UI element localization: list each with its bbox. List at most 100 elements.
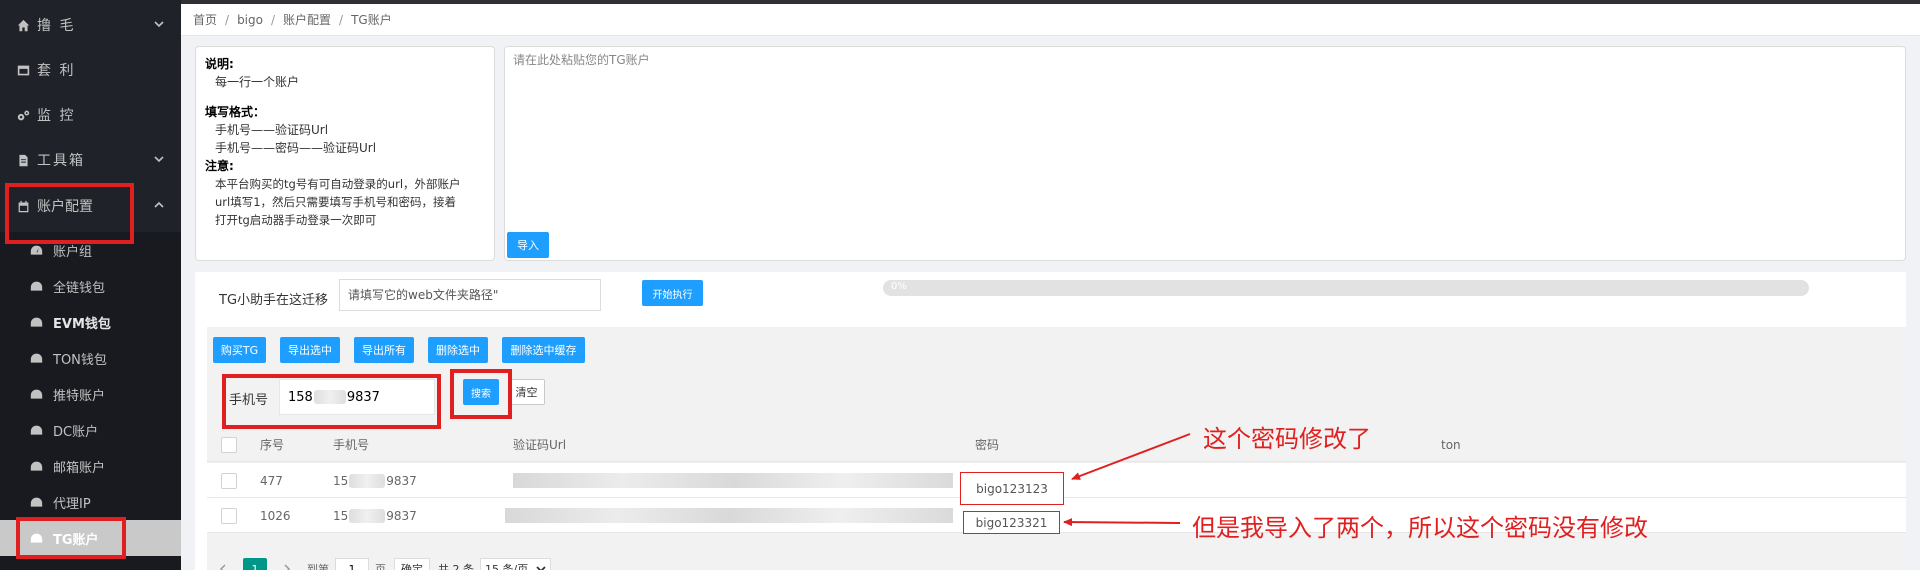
chevron-down-icon <box>153 18 165 30</box>
note-title: 注意: <box>205 159 234 173</box>
redacted-url <box>505 508 953 523</box>
sidebar-item-label: TG账户 <box>53 532 99 548</box>
delete-selected-button[interactable]: 删除选中 <box>428 337 488 363</box>
goto-label: 到第 <box>307 563 329 570</box>
file-icon <box>16 153 30 167</box>
row-checkbox[interactable] <box>221 472 237 489</box>
password-cell-row-1: bigo123123 <box>960 472 1064 505</box>
search-button[interactable]: 搜索 <box>463 379 499 405</box>
format-title: 填写格式： <box>205 105 266 119</box>
row-index: 1026 <box>260 508 291 523</box>
goto-page-input[interactable] <box>335 558 369 570</box>
goto-confirm-button[interactable]: 确定 <box>394 558 430 570</box>
import-panel: 导入 <box>504 46 1906 261</box>
sidebar-item-twitter-account[interactable]: 推特账户 <box>0 376 181 412</box>
password-cell-row-2: bigo123321 <box>963 511 1060 534</box>
column-header-password: 密码 <box>975 438 1000 452</box>
buy-tg-button[interactable]: 购买TG <box>213 337 266 363</box>
breadcrumb-separator: / <box>225 12 230 27</box>
dashboard-icon <box>30 532 43 545</box>
sidebar-item-label: 账户组 <box>53 244 93 260</box>
breadcrumb-home[interactable]: 首页 <box>193 11 217 28</box>
page-size-select[interactable]: 15 条/页 <box>480 558 552 570</box>
sidebar-item-evm-wallet[interactable]: EVM钱包 <box>0 304 181 340</box>
dashboard-icon <box>30 316 43 329</box>
phone-search-input[interactable]: 158 9837 <box>279 379 435 415</box>
instructions-panel: 说明: 每一行一个账户 填写格式： 手机号——验证码Url 手机号——密码——验… <box>195 46 495 261</box>
phone-value-prefix: 158 <box>288 389 313 405</box>
next-page-icon[interactable] <box>275 558 299 570</box>
clear-button[interactable]: 清空 <box>508 379 545 405</box>
home-icon <box>16 18 30 32</box>
pagination: 1 到第 页 确定 共 2 条 15 条/页 <box>211 558 552 570</box>
column-header-phone: 手机号 <box>333 438 370 452</box>
sidebar-item-label: 工具箱 <box>37 153 85 169</box>
start-execute-button[interactable]: 开始执行 <box>642 280 703 306</box>
sidebar-item-label: 套 利 <box>37 63 76 79</box>
redacted-blur <box>313 390 346 404</box>
row-checkbox-cell <box>221 498 237 533</box>
sidebar-item-account-config[interactable]: 账户配置 <box>0 184 181 228</box>
phone-suffix: 9837 <box>386 508 417 523</box>
sidebar-item-account-group[interactable]: 账户组 <box>0 232 181 268</box>
row-checkbox[interactable] <box>221 507 237 524</box>
breadcrumb-separator: / <box>339 12 344 27</box>
select-all-cell <box>221 427 237 462</box>
note-line-2: url填写1，然后只需要填写手机号和密码，接着 <box>215 195 457 209</box>
annotation-note-2: 但是我导入了两个，所以这个密码没有修改 <box>1192 514 1648 542</box>
phone-value-suffix: 9837 <box>346 389 380 405</box>
sidebar-item-dc-account[interactable]: DC账户 <box>0 412 181 448</box>
prev-page-icon[interactable] <box>211 558 235 570</box>
page-unit-label: 页 <box>375 563 386 570</box>
sidebar-item-label: 撸 毛 <box>37 18 76 34</box>
page-1[interactable]: 1 <box>243 558 267 570</box>
sidebar-item-label: 推特账户 <box>53 388 106 404</box>
sidebar-item-label: 邮箱账户 <box>53 460 106 476</box>
progress-text: 0% <box>891 281 907 292</box>
instructions-line: 每一行一个账户 <box>215 75 300 89</box>
sidebar-submenu: 账户组 全链钱包 EVM钱包 TON钱包 推特账户 DC账户 邮箱账户 代理IP… <box>0 232 181 570</box>
dashboard-icon <box>30 280 43 293</box>
breadcrumb-bigo[interactable]: bigo <box>237 13 263 27</box>
sidebar-item-taoli[interactable]: 套 利 <box>0 48 181 92</box>
select-all-checkbox[interactable] <box>221 436 237 453</box>
row-index: 477 <box>260 473 283 488</box>
sidebar-item-monitor[interactable]: 监 控 <box>0 93 181 137</box>
sidebar-item-label: TON钱包 <box>53 352 107 368</box>
redacted-url <box>513 473 953 488</box>
account-import-textarea[interactable] <box>505 47 1905 219</box>
export-all-button[interactable]: 导出所有 <box>354 337 414 363</box>
sidebar: 撸 毛 套 利 监 控 工具箱 账户配置 账户组 全链钱包 EVM钱包 TON钱… <box>0 0 181 570</box>
phone-suffix: 9837 <box>386 473 417 488</box>
gears-icon <box>16 108 30 122</box>
format-line-2: 手机号——密码——验证码Url <box>215 141 377 155</box>
instructions-title: 说明: <box>205 57 234 71</box>
dashboard-icon <box>30 496 43 509</box>
migrate-label: TG小助手在这迁移 <box>219 293 329 308</box>
chevron-down-icon <box>153 153 165 165</box>
redacted-blur <box>349 508 386 523</box>
sidebar-item-ton-wallet[interactable]: TON钱包 <box>0 340 181 376</box>
column-header-ton: ton <box>1441 437 1461 452</box>
sidebar-item-proxy-ip[interactable]: 代理IP <box>0 484 181 520</box>
sidebar-item-email-account[interactable]: 邮箱账户 <box>0 448 181 484</box>
chevron-down-icon <box>536 566 546 570</box>
sidebar-item-lumao[interactable]: 撸 毛 <box>0 3 181 47</box>
sidebar-item-toolbox[interactable]: 工具箱 <box>0 138 181 182</box>
phone-prefix: 15 <box>333 473 349 488</box>
sidebar-item-label: 监 控 <box>37 108 76 124</box>
delete-selected-cache-button[interactable]: 删除选中缓存 <box>502 337 585 363</box>
format-line-1: 手机号——验证码Url <box>215 123 329 137</box>
sidebar-item-label: EVM钱包 <box>53 316 111 332</box>
table-header-row: 序号 手机号 验证码Url 密码 ton <box>207 427 1906 462</box>
sidebar-item-label: DC账户 <box>53 424 99 440</box>
sidebar-item-all-chain-wallet[interactable]: 全链钱包 <box>0 268 181 304</box>
dashboard-icon <box>30 424 43 437</box>
export-selected-button[interactable]: 导出选中 <box>280 337 340 363</box>
redacted-blur <box>349 473 386 488</box>
breadcrumb-account-config[interactable]: 账户配置 <box>283 11 331 28</box>
column-header-code-url: 验证码Url <box>513 438 567 452</box>
import-button[interactable]: 导入 <box>507 232 549 258</box>
sidebar-item-tg-account[interactable]: TG账户 <box>0 520 181 556</box>
web-folder-path-input[interactable] <box>339 279 601 311</box>
